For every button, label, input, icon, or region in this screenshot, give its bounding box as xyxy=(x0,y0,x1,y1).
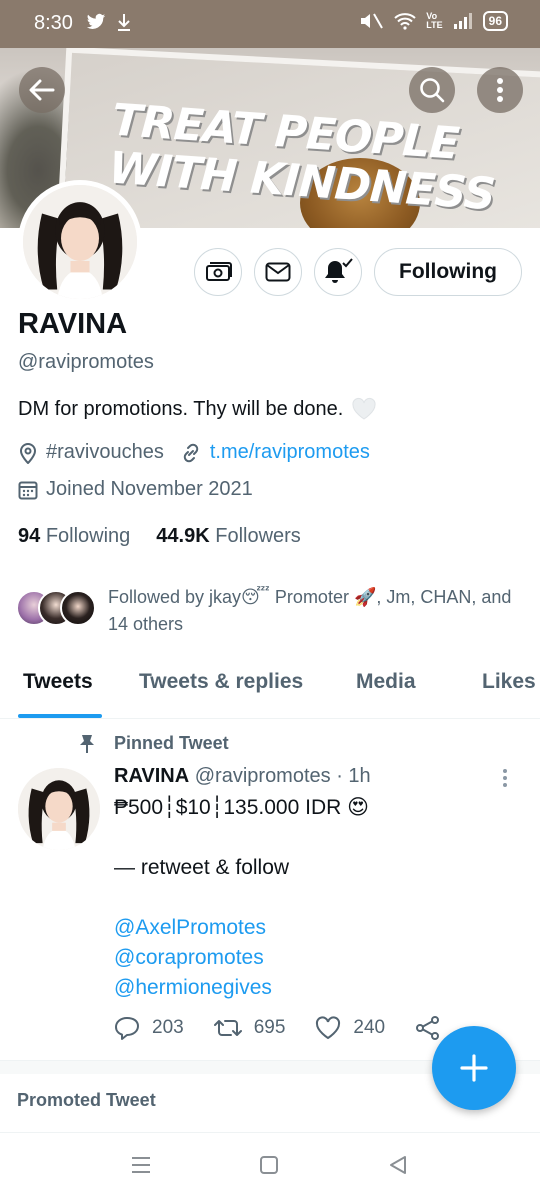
active-tab-indicator xyxy=(18,714,102,718)
back-arrow-icon xyxy=(29,79,55,101)
retweet-button[interactable]: 695 xyxy=(213,1017,285,1039)
money-icon xyxy=(206,262,232,281)
tab-media[interactable]: Media xyxy=(356,670,416,694)
profile-location: #ravivouches xyxy=(46,441,164,463)
tweet-author-avatar[interactable] xyxy=(18,768,100,850)
mute-icon xyxy=(361,13,384,29)
battery-indicator: 96 xyxy=(482,11,508,31)
twitter-notification-icon xyxy=(86,13,106,29)
pin-icon xyxy=(80,734,94,753)
retweet-icon xyxy=(213,1020,242,1036)
pinned-label: Pinned Tweet xyxy=(78,733,229,754)
tab-likes[interactable]: Likes xyxy=(482,670,536,694)
tweet-text-line: — retweet & follow xyxy=(114,856,290,879)
envelope-icon xyxy=(265,262,291,282)
profile-tabs: Tweets Tweets & replies Media Likes xyxy=(0,660,540,719)
search-button[interactable] xyxy=(409,67,455,113)
vertical-dots-icon xyxy=(497,78,503,102)
profile-name: RAVINA xyxy=(18,308,128,340)
mutual-follower-avatars xyxy=(16,590,96,628)
search-icon xyxy=(420,78,445,103)
like-button[interactable]: 240 xyxy=(315,1016,385,1040)
signal-icon xyxy=(453,13,472,29)
avatar-image xyxy=(23,185,137,299)
tweet-handle-time: @ravipromotes · 1h xyxy=(194,765,371,787)
tip-jar-button[interactable] xyxy=(194,248,242,296)
following-button[interactable]: Following xyxy=(374,248,522,296)
mutual-avatar xyxy=(60,590,96,626)
profile-avatar[interactable] xyxy=(18,180,142,304)
share-icon xyxy=(416,1016,440,1040)
tab-tweets[interactable]: Tweets xyxy=(23,670,93,694)
followers-count-link[interactable]: 44.9K Followers xyxy=(156,525,301,548)
calendar-icon xyxy=(18,481,38,499)
tweet-actions: 203 695 240 xyxy=(114,1016,471,1040)
white-heart-icon xyxy=(352,397,376,420)
back-nav-button[interactable] xyxy=(388,1155,408,1180)
follow-counts: 94 Following 44.9K Followers xyxy=(18,525,301,548)
tweet-mention-link[interactable]: @hermionegives xyxy=(114,976,272,1000)
profile-joined-date: Joined November 2021 xyxy=(46,478,253,500)
bell-check-icon xyxy=(325,258,353,283)
triangle-back-icon xyxy=(390,1156,406,1174)
avatar-image xyxy=(18,768,100,850)
followed-by[interactable]: Followed by jkay😴 Promoter 🚀, Jm, CHAN, … xyxy=(16,584,526,638)
tweet-more-button[interactable] xyxy=(502,768,508,793)
promoted-tweet-label: Promoted Tweet xyxy=(17,1090,156,1110)
tweet-mention-link[interactable]: @AxelPromotes xyxy=(114,916,266,940)
status-time: 8:30 xyxy=(34,12,73,34)
menu-lines-icon xyxy=(132,1157,150,1173)
status-bar: 8:30 Vo LTE 96 xyxy=(0,0,540,48)
system-navigation-bar xyxy=(0,1132,540,1200)
vertical-dots-icon xyxy=(503,769,507,787)
recent-apps-button[interactable] xyxy=(130,1155,152,1180)
share-button[interactable] xyxy=(415,1016,441,1040)
following-count-link[interactable]: 94 Following xyxy=(18,525,130,548)
reply-button[interactable]: 203 xyxy=(114,1016,184,1040)
profile-handle: @ravipromotes xyxy=(18,351,154,373)
volte-label: Vo LTE xyxy=(426,11,443,30)
followed-by-text: Followed by jkay😴 Promoter 🚀, Jm, CHAN, … xyxy=(108,587,512,634)
profile-bio: DM for promotions. Thy will be done. xyxy=(18,397,377,421)
home-button[interactable] xyxy=(259,1155,279,1180)
wifi-icon xyxy=(394,13,416,30)
message-button[interactable] xyxy=(254,248,302,296)
notifications-button[interactable] xyxy=(314,248,362,296)
reply-icon xyxy=(115,1017,139,1040)
plus-icon xyxy=(460,1054,488,1082)
tweet-header: RAVINA @ravipromotes · 1h xyxy=(114,765,371,788)
tweet-mention-link[interactable]: @corapromotes xyxy=(114,946,264,970)
heart-icon xyxy=(316,1016,341,1040)
tab-tweets-replies[interactable]: Tweets & replies xyxy=(139,670,303,694)
more-options-button[interactable] xyxy=(477,67,523,113)
tweet-text-line: ₱500┆$10┆135.000 IDR 😍 xyxy=(114,796,370,819)
compose-tweet-button[interactable] xyxy=(432,1026,516,1110)
link-icon xyxy=(183,443,199,462)
square-icon xyxy=(260,1156,278,1174)
tweet-author-name[interactable]: RAVINA xyxy=(114,765,189,787)
back-button[interactable] xyxy=(19,67,65,113)
download-icon xyxy=(118,14,130,31)
profile-website-link[interactable]: t.me/ravipromotes xyxy=(210,441,370,464)
location-icon xyxy=(19,442,37,464)
